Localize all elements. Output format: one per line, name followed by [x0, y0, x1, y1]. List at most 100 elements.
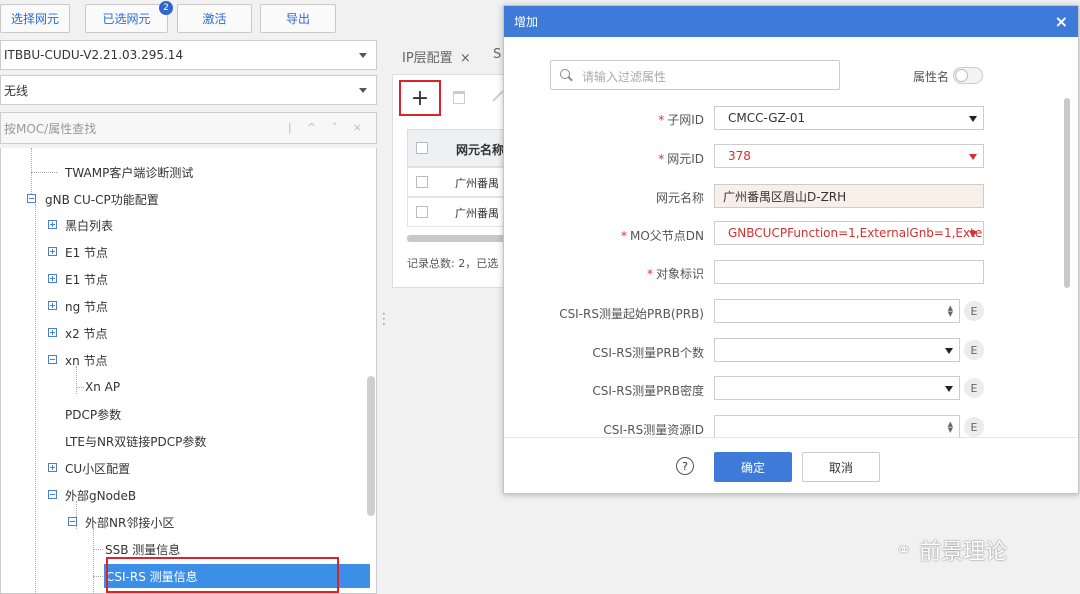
tree-node[interactable]: Xn AP — [85, 378, 120, 396]
tree-node[interactable]: E1 节点 — [65, 270, 108, 288]
collapse-icon[interactable] — [48, 355, 57, 364]
select-all-checkbox[interactable] — [416, 142, 428, 154]
record-total: 记录总数: 2，已选 — [407, 257, 499, 270]
chevron-down-icon — [969, 116, 977, 122]
expand-icon[interactable] — [48, 220, 57, 229]
csi-resource-id-input[interactable]: ▲ ▼ — [714, 415, 960, 437]
dialog-scrollbar[interactable] — [1064, 98, 1070, 288]
csi-resource-id-e-button[interactable]: E — [964, 417, 984, 437]
tree-node[interactable]: 外部gNodeB — [65, 486, 136, 504]
select-ne-button[interactable]: 选择网元 — [0, 4, 70, 33]
stepper-icon[interactable]: ▲ ▼ — [948, 421, 953, 434]
activate-button[interactable]: 激活 — [177, 4, 252, 33]
ok-button[interactable]: 确定 — [714, 452, 792, 482]
csi-start-prb-label: CSI-RS测量起始PRB(PRB) — [559, 307, 704, 321]
select-ne-label: 选择网元 — [10, 12, 59, 26]
chevron-down-icon — [945, 386, 953, 392]
collapse-icon[interactable] — [27, 194, 36, 203]
expand-icon[interactable] — [48, 328, 57, 337]
tree-guide-line — [76, 366, 77, 394]
mo-dn-select[interactable]: GNBCUCPFunction=1,ExternalGnb=1,Exte — [714, 221, 984, 245]
help-icon[interactable]: ? — [676, 457, 694, 475]
record-panel: + 网元名称 广州番禺 广州番禺 记录总数: 2，已选 — [392, 74, 508, 288]
selected-count-badge: 2 — [159, 1, 173, 15]
tree-scrollbar[interactable] — [367, 376, 375, 516]
tree-node[interactable]: xn 节点 — [65, 351, 108, 369]
tree-guide-line — [35, 204, 36, 594]
stepper-icon[interactable]: ▲ ▼ — [948, 305, 953, 318]
highlight-box — [106, 557, 339, 593]
col-ne-name: 网元名称 — [456, 143, 505, 157]
obj-id-input[interactable] — [714, 260, 984, 284]
selected-ne-button[interactable]: 已选网元 2 — [85, 1, 173, 33]
tree-node[interactable]: TWAMP客户端诊断测试 — [65, 163, 193, 181]
csi-prb-density-e-button[interactable]: E — [964, 378, 984, 398]
csi-start-prb-input[interactable]: ▲ ▼ — [714, 299, 960, 323]
csi-prb-count-select[interactable] — [714, 338, 960, 362]
dialog-title: 增加 — [514, 15, 539, 29]
mo-dn-label-wrap: * MO父节点DN — [620, 229, 704, 243]
tree-node[interactable]: CU小区配置 — [65, 459, 130, 477]
close-icon[interactable]: × — [1055, 12, 1068, 31]
csi-prb-density-select[interactable] — [714, 376, 960, 400]
filter-placeholder: 请输入过滤属性 — [582, 70, 667, 84]
cancel-button[interactable]: 取消 — [802, 452, 880, 482]
add-icon[interactable]: + — [403, 84, 437, 112]
watermark: ⚭ 前景理论 — [896, 534, 1007, 566]
subnet-value: CMCC-GZ-01 — [728, 111, 806, 125]
tree-node[interactable]: 黑白列表 — [65, 216, 113, 234]
tree-node[interactable]: 外部NR邻接小区 — [85, 513, 174, 531]
csi-prb-density-label: CSI-RS测量PRB密度 — [592, 384, 704, 398]
delete-icon[interactable] — [453, 91, 465, 104]
chevron-down-icon — [945, 348, 953, 354]
csi-start-prb-e-button[interactable]: E — [964, 301, 984, 321]
splitter-handle[interactable]: · · · — [382, 308, 386, 330]
collapse-icon[interactable] — [68, 517, 77, 526]
edit-icon[interactable] — [492, 90, 504, 102]
radio-type-value: 无线 — [4, 83, 29, 98]
mo-dn-value: GNBCUCPFunction=1,ExternalGnb=1,Exte — [728, 226, 983, 240]
expand-icon[interactable] — [48, 463, 57, 472]
filter-input[interactable]: 请输入过滤属性 — [550, 60, 840, 90]
table-row[interactable]: 广州番禺 — [407, 167, 508, 197]
tree-node[interactable]: PDCP参数 — [65, 405, 121, 423]
search-nav-icons[interactable]: | ^ ˅ × — [288, 121, 368, 134]
table-header: 网元名称 — [407, 129, 508, 167]
tab-close-icon[interactable]: × — [460, 51, 471, 66]
expand-icon[interactable] — [48, 274, 57, 283]
csi-resource-id-label: CSI-RS测量资源ID — [603, 423, 704, 437]
tab-ip-label: IP层配置 — [402, 51, 453, 66]
moc-search-input[interactable]: 按MOC/属性查找 | ^ ˅ × — [0, 112, 377, 144]
chevron-down-icon — [969, 154, 977, 160]
table-hscrollbar[interactable] — [407, 235, 508, 242]
expand-icon[interactable] — [48, 247, 57, 256]
tab-ip-config[interactable]: IP层配置 × — [402, 47, 471, 66]
version-select-value: ITBBU-CUDU-V2.21.03.295.14 — [4, 48, 184, 62]
attr-name-toggle[interactable] — [953, 67, 983, 84]
tree-node[interactable]: SSB 测量信息 — [105, 540, 180, 558]
tree-node[interactable]: E1 节点 — [65, 243, 108, 261]
csi-prb-count-e-button[interactable]: E — [964, 340, 984, 360]
expand-icon[interactable] — [48, 301, 57, 310]
radio-type-select[interactable]: 无线 — [0, 75, 377, 105]
tree-guide-line — [93, 549, 103, 550]
collapse-icon[interactable] — [48, 490, 57, 499]
dialog-header: 增加 × — [504, 6, 1078, 37]
row-checkbox[interactable] — [416, 206, 428, 218]
tree-node[interactable]: x2 节点 — [65, 324, 108, 342]
tree-node[interactable]: ng 节点 — [65, 297, 108, 315]
tree-node[interactable]: LTE与NR双链接PDCP参数 — [65, 432, 206, 450]
wechat-icon: ⚭ — [896, 539, 912, 561]
selected-ne-label: 已选网元 — [102, 12, 151, 26]
ne-name-value: 广州番禺区眉山D-ZRH — [723, 189, 847, 204]
tree-guide-line — [93, 576, 103, 577]
tree-node[interactable]: gNB CU-CP功能配置 — [45, 190, 159, 208]
version-select[interactable]: ITBBU-CUDU-V2.21.03.295.14 — [0, 40, 377, 70]
row-checkbox[interactable] — [416, 176, 428, 188]
ne-id-select[interactable]: 378 — [714, 144, 984, 168]
subnet-select[interactable]: CMCC-GZ-01 — [714, 106, 984, 130]
export-button[interactable]: 导出 — [260, 4, 336, 33]
tab-next[interactable]: S — [493, 47, 501, 62]
add-dialog: 增加 × 请输入过滤属性 属性名 * 子网ID CMCC-GZ-01 * 网元ID … — [503, 5, 1079, 494]
table-row[interactable]: 广州番禺 — [407, 197, 508, 227]
